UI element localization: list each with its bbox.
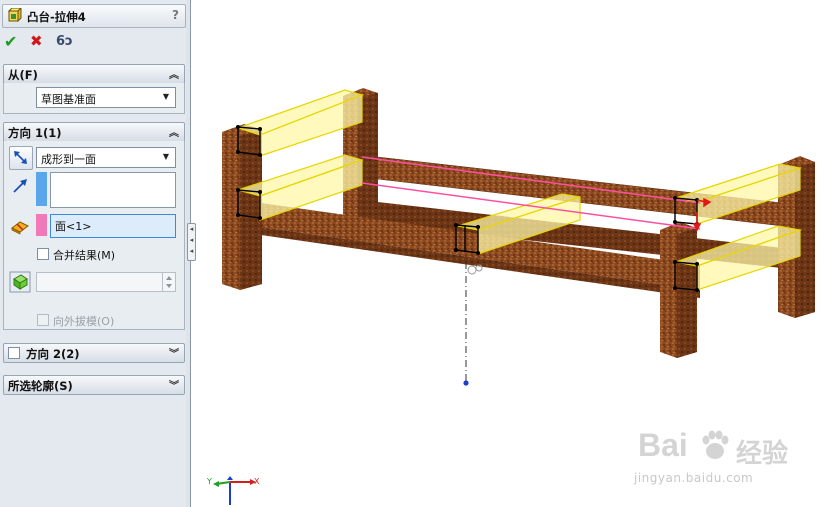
direction1-section-body: 成形到一面 ▼ 面<1> 合并结果(M) 向外拔模(O) xyxy=(3,141,185,330)
direction2-section-title: 方向 2(2) xyxy=(26,347,80,361)
draft-icon[interactable] xyxy=(9,271,31,293)
face-selection-box[interactable]: 面<1> xyxy=(50,214,176,238)
triad-y-label: Y xyxy=(207,477,212,486)
draft-outward-checkbox[interactable] xyxy=(37,314,49,326)
draft-outward-label: 向外拔模(O) xyxy=(53,315,115,328)
start-condition-value: 草图基准面 xyxy=(41,93,96,106)
baidu-watermark: Bai 经验 jingyan.baidu.com xyxy=(632,425,822,495)
feature-title: 凸台-拉伸4 xyxy=(27,10,86,24)
direction2-checkbox[interactable] xyxy=(8,347,20,359)
collapse-chevron-icon[interactable]: ︽ xyxy=(169,66,179,81)
face-selection-swatch xyxy=(36,214,47,236)
boss-extrude-icon xyxy=(8,8,22,22)
direction-selection-box[interactable] xyxy=(50,172,176,208)
expand-chevron-icon[interactable]: ︾ xyxy=(169,377,179,392)
draft-angle-input[interactable] xyxy=(36,272,164,292)
triad-x-label: X xyxy=(254,477,260,486)
face-selection-icon xyxy=(9,216,31,238)
view-triad xyxy=(213,476,256,505)
draft-angle-spinner[interactable] xyxy=(162,272,176,292)
collapse-chevron-icon[interactable]: ︽ xyxy=(169,124,179,139)
from-section-header[interactable]: 从(F) ︽ xyxy=(3,64,185,84)
help-button[interactable]: ? xyxy=(172,8,179,22)
from-section-title: 从(F) xyxy=(8,68,38,82)
direction-selection-swatch xyxy=(36,172,47,206)
end-condition-select[interactable]: 成形到一面 ▼ xyxy=(36,147,176,168)
feature-titlebar: 凸台-拉伸4 ? xyxy=(2,4,186,28)
expand-chevron-icon[interactable]: ︾ xyxy=(169,345,179,360)
contours-section-header[interactable]: 所选轮廓(S) ︾ xyxy=(3,375,185,395)
post-front-left xyxy=(222,124,262,290)
watermark-url: jingyan.baidu.com xyxy=(634,471,754,485)
direction-vector-icon xyxy=(9,175,31,197)
paw-logo-icon xyxy=(702,430,729,459)
property-manager: 凸台-拉伸4 ? ✔ ✖ 6ɔ 从(F) ︽ 草图基准面 ▼ 方向 1(1) ︽ xyxy=(0,0,187,507)
preview-glasses-icon[interactable]: 6ɔ xyxy=(56,34,73,49)
reverse-direction-icon xyxy=(14,151,27,164)
origin-axis-line xyxy=(463,262,483,386)
reverse-direction-button[interactable] xyxy=(9,146,33,170)
contours-section-title: 所选轮廓(S) xyxy=(8,379,73,393)
cancel-x-icon[interactable]: ✖ xyxy=(30,32,43,50)
ok-check-icon[interactable]: ✔ xyxy=(4,32,17,51)
chevron-down-icon[interactable]: ▼ xyxy=(159,90,173,103)
start-condition-select[interactable]: 草图基准面 ▼ xyxy=(36,87,176,108)
end-condition-value: 成形到一面 xyxy=(41,153,96,166)
direction2-section-header[interactable]: 方向 2(2) ︾ xyxy=(3,343,185,363)
watermark-brand: Bai xyxy=(638,427,688,463)
watermark-brand2: 经验 xyxy=(736,439,789,469)
merge-result-label: 合并结果(M) xyxy=(53,249,116,262)
chevron-down-icon[interactable]: ▼ xyxy=(159,150,173,163)
merge-result-checkbox[interactable] xyxy=(37,248,49,260)
from-section-body: 草图基准面 ▼ xyxy=(3,83,185,114)
face-selection-value: 面<1> xyxy=(55,220,92,233)
direction1-section-title: 方向 1(1) xyxy=(8,126,62,140)
direction1-section-header[interactable]: 方向 1(1) ︽ xyxy=(3,122,185,142)
